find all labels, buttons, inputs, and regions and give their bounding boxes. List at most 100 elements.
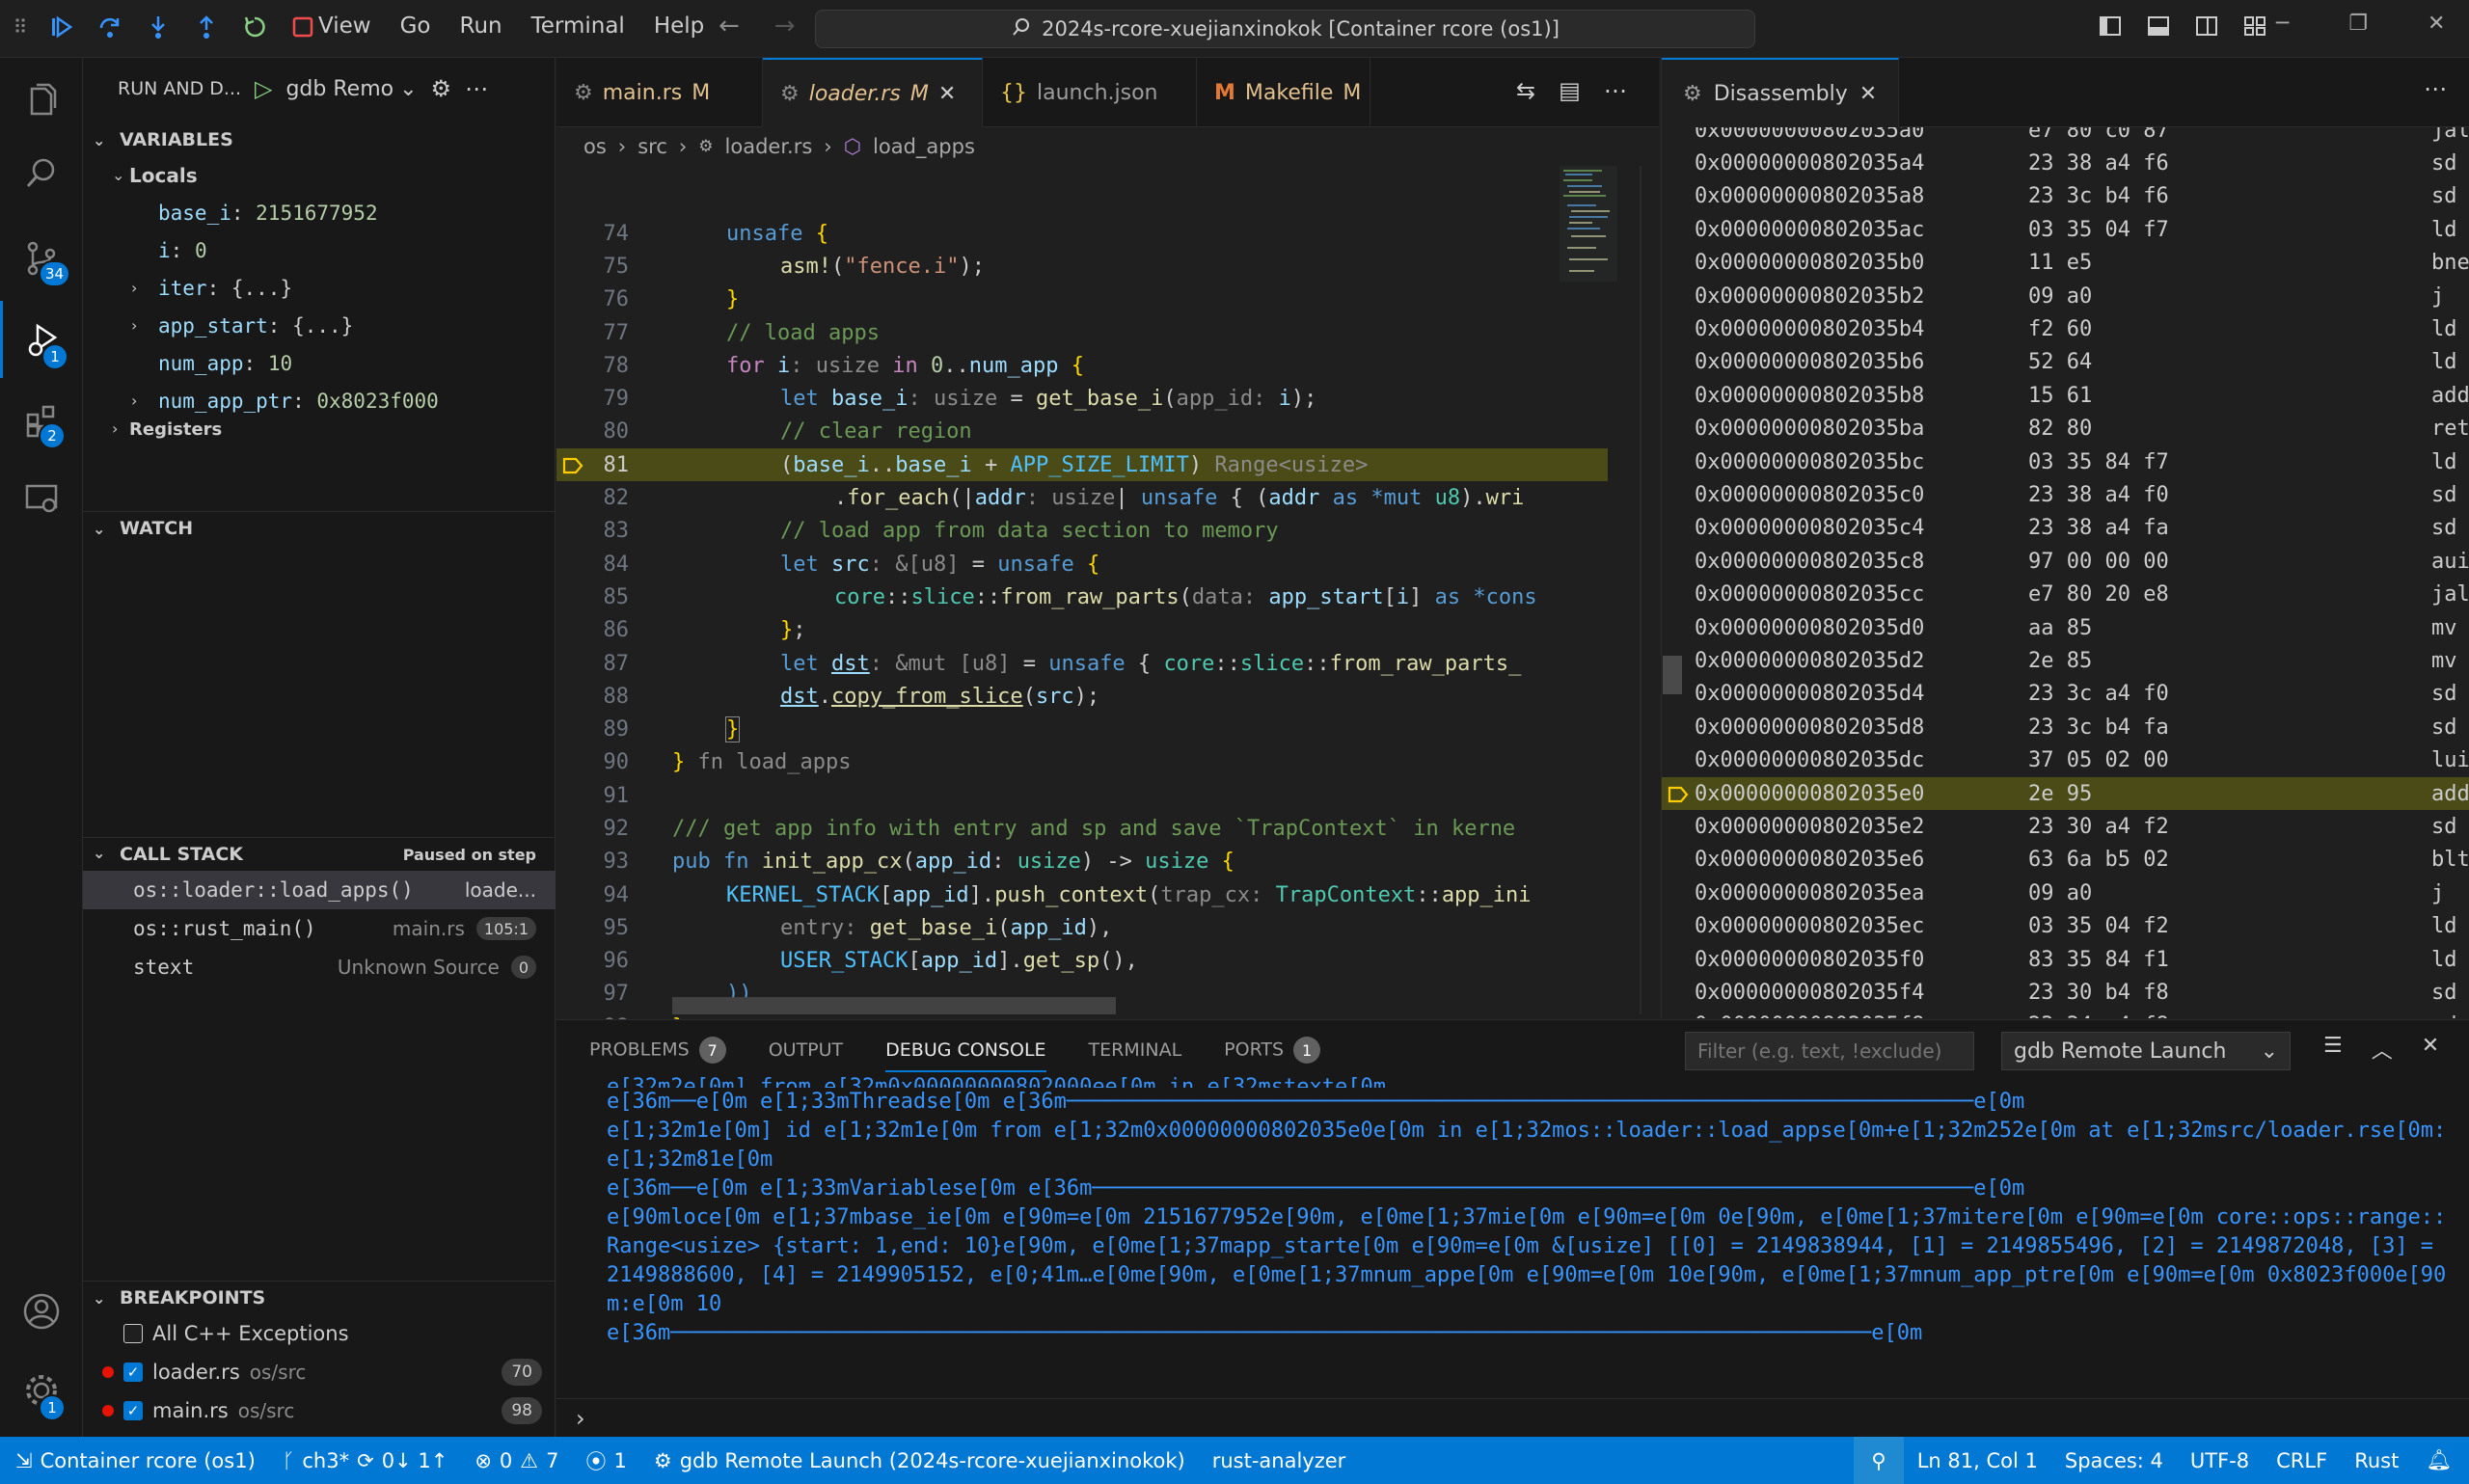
disassembly-row[interactable]: 0x00000000802035f8 23 34 a4 f8 sd (1662, 1010, 2469, 1018)
disassembly-row[interactable]: 0x00000000802035c8 97 00 00 00 aui (1662, 545, 2469, 578)
close-tab-icon[interactable]: ✕ (938, 82, 956, 106)
breakpoints-header[interactable]: ⌄ BREAKPOINTS (83, 1282, 556, 1314)
variable-row[interactable]: i: 0 (83, 231, 556, 269)
encoding[interactable]: UTF-8 (2177, 1437, 2263, 1484)
step-over-icon[interactable] (96, 13, 123, 40)
disassembly-row[interactable]: 0x00000000802035d8 23 3c b4 fa sd (1662, 711, 2469, 743)
menu-run[interactable]: Run (460, 13, 502, 39)
toggle-secondary-sidebar-icon[interactable] (2194, 13, 2219, 42)
debug-console-output[interactable]: e[32m2e[0m] from e[32m0x00000000802000ee… (607, 1075, 2449, 1348)
toggle-primary-sidebar-icon[interactable] (2098, 13, 2123, 42)
breakpoint-item[interactable]: ✓ main.rs os/src 98 (83, 1391, 556, 1430)
disassembly-row[interactable]: 0x00000000802035bc 03 35 84 f7 ld (1662, 445, 2469, 478)
continue-icon[interactable] (48, 13, 75, 40)
tab-main-rs[interactable]: ⚙ main.rs M (556, 58, 763, 127)
branch-indicator[interactable]: ᚴ ch3* ⟳ 0↓ 1↑ (269, 1437, 462, 1484)
console-filter-input[interactable] (1685, 1032, 1974, 1070)
tab-makefile[interactable]: M Makefile M (1197, 58, 1370, 127)
console-input[interactable]: › (556, 1398, 2469, 1437)
drag-handle-icon[interactable]: ⠿ (14, 13, 28, 40)
toggle-panel-icon[interactable] (2146, 13, 2171, 42)
tab-debug-console[interactable]: DEBUG CONSOLE (885, 1039, 1046, 1072)
registers-scope[interactable]: › Registers (83, 419, 556, 441)
breakpoint-checkbox[interactable] (123, 1324, 143, 1343)
settings-gear-icon[interactable]: 1 (0, 1352, 83, 1429)
disassembly-row[interactable]: 0x00000000802035f4 23 30 b4 f8 sd (1662, 976, 2469, 1009)
source-control-icon[interactable]: 34 (0, 220, 83, 297)
remote-explorer-icon[interactable] (0, 459, 83, 536)
debug-launch-indicator[interactable]: ⚙ gdb Remote Launch (2024s-rcore-xuejianx… (640, 1437, 1199, 1484)
breadcrumb-symbol[interactable]: load_apps (873, 135, 975, 158)
disassembly-row[interactable]: 0x00000000802035b8 15 61 add (1662, 379, 2469, 412)
search-view-icon[interactable] (0, 135, 83, 212)
start-debug-icon[interactable]: ▷ (255, 75, 272, 102)
tab-ports[interactable]: PORTS 1 (1224, 1037, 1321, 1064)
variable-row[interactable]: › app_start: {...} (83, 307, 556, 344)
cursor-position[interactable]: Ln 81, Col 1 (1904, 1437, 2051, 1484)
run-debug-icon[interactable]: 1 (0, 301, 83, 378)
editor-more-icon[interactable]: ⋯ (1604, 77, 1627, 104)
restore-icon[interactable]: ❐ (2348, 12, 2368, 36)
variable-row[interactable]: › iter: {...} (83, 269, 556, 307)
disassembly-row[interactable]: 0x00000000802035b4 f2 60 ld (1662, 312, 2469, 345)
account-icon[interactable] (0, 1273, 83, 1350)
disassembly-row[interactable]: 0x00000000802035d2 2e 85 mv (1662, 644, 2469, 677)
disassembly-row[interactable]: 0x00000000802035b0 11 e5 bne (1662, 247, 2469, 280)
step-out-icon[interactable] (193, 13, 220, 40)
disassembly-row[interactable]: 0x00000000802035a0 e7 80 c0 87 jal (1662, 127, 2469, 147)
disassembly-row[interactable]: 0x00000000802035b6 52 64 ld (1662, 346, 2469, 379)
disassembly-row[interactable]: 0x00000000802035dc 37 05 02 00 lui (1662, 744, 2469, 777)
disassembly-row[interactable]: 0x00000000802035d4 23 3c a4 f0 sd (1662, 678, 2469, 711)
variable-row[interactable]: num_app: 10 (83, 344, 556, 382)
watch-header[interactable]: ⌄ WATCH (83, 512, 556, 545)
breadcrumb-os[interactable]: os (583, 135, 607, 158)
launch-config-select[interactable]: gdb Remote Launch ⌄ (2001, 1032, 2291, 1070)
notifications-bell-icon[interactable]: 🔔︎ (2412, 1437, 2469, 1484)
restart-icon[interactable] (241, 13, 268, 40)
variable-row[interactable]: › num_app_ptr: 0x8023f000 (83, 382, 556, 419)
indentation[interactable]: Spaces: 4 (2051, 1437, 2177, 1484)
breadcrumb-src[interactable]: src (638, 135, 667, 158)
tab-problems[interactable]: PROBLEMS 7 (589, 1037, 726, 1064)
close-tab-icon[interactable]: ✕ (1859, 82, 1877, 106)
forward-arrow-icon[interactable]: → (774, 12, 796, 40)
disassembly-row[interactable]: 0x00000000802035ba 82 80 ret (1662, 413, 2469, 445)
disassembly-row[interactable]: 0x00000000802035ec 03 35 04 f2 ld (1662, 910, 2469, 943)
disassembly-row[interactable]: 0x00000000802035a4 23 38 a4 f6 sd (1662, 147, 2469, 179)
horizontal-scrollbar[interactable] (672, 997, 1116, 1014)
split-editor-icon[interactable]: ▤ (1559, 77, 1581, 104)
disassembly-row[interactable]: 0x00000000802035a8 23 3c b4 f6 sd (1662, 180, 2469, 213)
close-panel-icon[interactable]: ✕ (2422, 1034, 2439, 1065)
problems-indicator[interactable]: ⊗ 0 ⚠ 7 (461, 1437, 572, 1484)
disassembly-row[interactable]: 0x00000000802035e0 2e 95 add (1662, 777, 2469, 810)
breakpoint-checkbox[interactable]: ✓ (123, 1401, 143, 1420)
breakpoint-checkbox[interactable]: ✓ (123, 1363, 143, 1382)
minimap[interactable] (1560, 166, 1617, 407)
call-stack-header[interactable]: ⌄ CALL STACK Paused on step (83, 838, 556, 871)
menu-help[interactable]: Help (654, 13, 704, 39)
vertical-scrollbar[interactable] (1640, 166, 1641, 1014)
tab-loader-rs[interactable]: ⚙ loader.rs M ✕ (763, 58, 983, 127)
back-arrow-icon[interactable]: ← (719, 12, 740, 40)
compare-changes-icon[interactable]: ⇆ (1516, 77, 1535, 104)
minimize-icon[interactable]: ─ (2276, 12, 2289, 36)
maximize-panel-icon[interactable]: ︿ (2372, 1034, 2393, 1065)
close-window-icon[interactable]: ✕ (2428, 12, 2445, 36)
more-actions-icon[interactable]: ⋯ (465, 75, 488, 102)
language-mode[interactable]: Rust (2341, 1437, 2412, 1484)
open-launch-json-icon[interactable]: ⚙ (431, 75, 452, 102)
variables-header[interactable]: ⌄ VARIABLES (83, 123, 556, 156)
variable-row[interactable]: base_i: 2151677952 (83, 194, 556, 231)
disassembly-more-icon[interactable]: ⋯ (2424, 75, 2447, 102)
tab-launch-json[interactable]: {} launch.json (983, 58, 1197, 127)
menu-terminal[interactable]: Terminal (531, 13, 625, 39)
code-area[interactable]: 74 unsafe { 75 asm!("fence.i"); 76} 77// l… (556, 217, 1608, 1077)
customize-layout-icon[interactable] (2242, 13, 2267, 42)
disassembly-row[interactable]: 0x00000000802035e2 23 30 a4 f2 sd (1662, 810, 2469, 843)
debug-config-select[interactable]: gdb Remo ⌄ (285, 77, 417, 101)
disassembly-row[interactable]: 0x00000000802035ac 03 35 04 f7 ld (1662, 213, 2469, 246)
stack-frame[interactable]: os::loader::load_apps() loade... (83, 871, 556, 909)
ports-indicator[interactable]: ⦿ 1 (573, 1437, 640, 1484)
breadcrumb-file[interactable]: loader.rs (725, 135, 813, 158)
disassembly-scrollbar[interactable] (1663, 656, 1682, 694)
